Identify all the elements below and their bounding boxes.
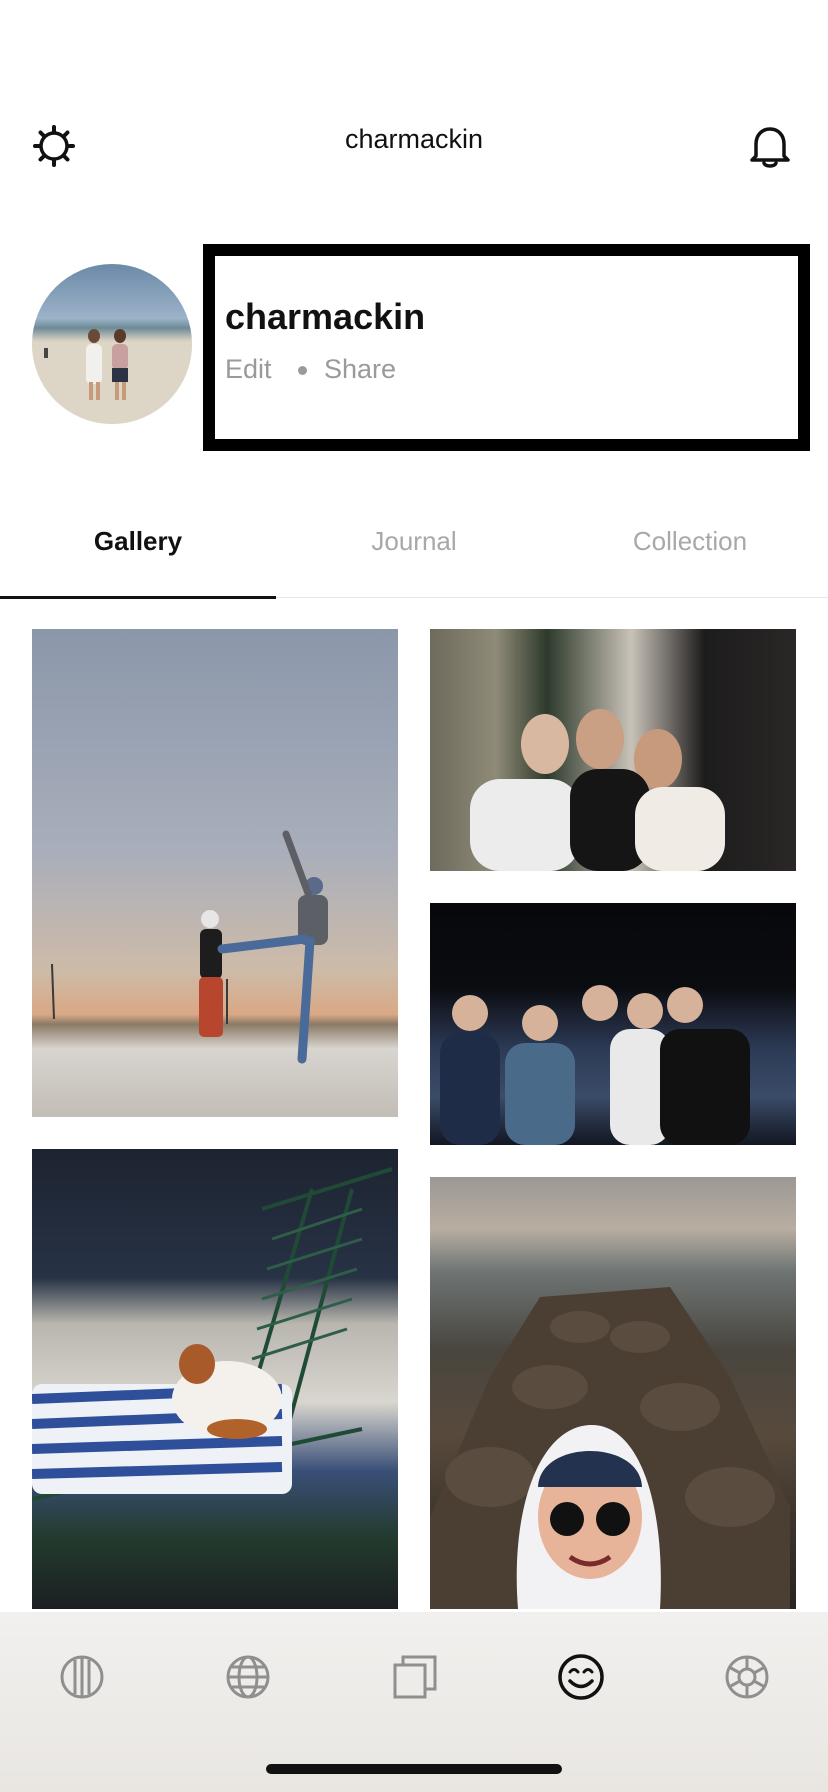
- nav-stack-button[interactable]: [380, 1642, 450, 1712]
- gallery-photo[interactable]: [32, 629, 398, 1117]
- edit-profile-link[interactable]: Edit: [225, 354, 272, 385]
- explore-icon: [60, 1655, 104, 1699]
- separator-dot: [298, 366, 307, 375]
- tab-collection[interactable]: Collection: [552, 526, 828, 557]
- dog-on-lounger-photo: [32, 1167, 393, 1501]
- night-group-photo: [440, 985, 750, 1145]
- group-selfie-photo: [470, 709, 725, 871]
- active-tab-indicator: [0, 596, 276, 599]
- jetty-selfie-photo: [430, 1287, 790, 1609]
- gallery-photo[interactable]: [430, 1177, 796, 1609]
- home-indicator: [266, 1764, 562, 1774]
- gallery-photo[interactable]: [430, 629, 796, 871]
- tab-journal[interactable]: Journal: [276, 526, 552, 557]
- smiley-icon: [558, 1654, 604, 1700]
- nav-explore-button[interactable]: [47, 1642, 117, 1712]
- gallery-photo[interactable]: [430, 903, 796, 1145]
- nav-globe-button[interactable]: [213, 1642, 283, 1712]
- avatar[interactable]: [32, 264, 192, 424]
- globe-icon: [226, 1655, 270, 1699]
- profile-highlight-box: [203, 244, 810, 451]
- avatar-photo: [32, 329, 192, 424]
- nav-wheel-button[interactable]: [712, 1642, 782, 1712]
- nav-profile-button[interactable]: [546, 1642, 616, 1712]
- notifications-button[interactable]: [742, 116, 798, 176]
- bell-icon: [750, 127, 790, 168]
- page-title: charmackin: [344, 124, 484, 154]
- tab-gallery[interactable]: Gallery: [0, 526, 276, 557]
- gallery-photo[interactable]: [32, 1149, 398, 1609]
- beach-sunset-photo: [51, 830, 328, 1064]
- share-profile-link[interactable]: Share: [324, 354, 396, 385]
- profile-username: charmackin: [225, 296, 426, 337]
- wheel-icon: [725, 1655, 769, 1699]
- stack-icon: [393, 1655, 437, 1699]
